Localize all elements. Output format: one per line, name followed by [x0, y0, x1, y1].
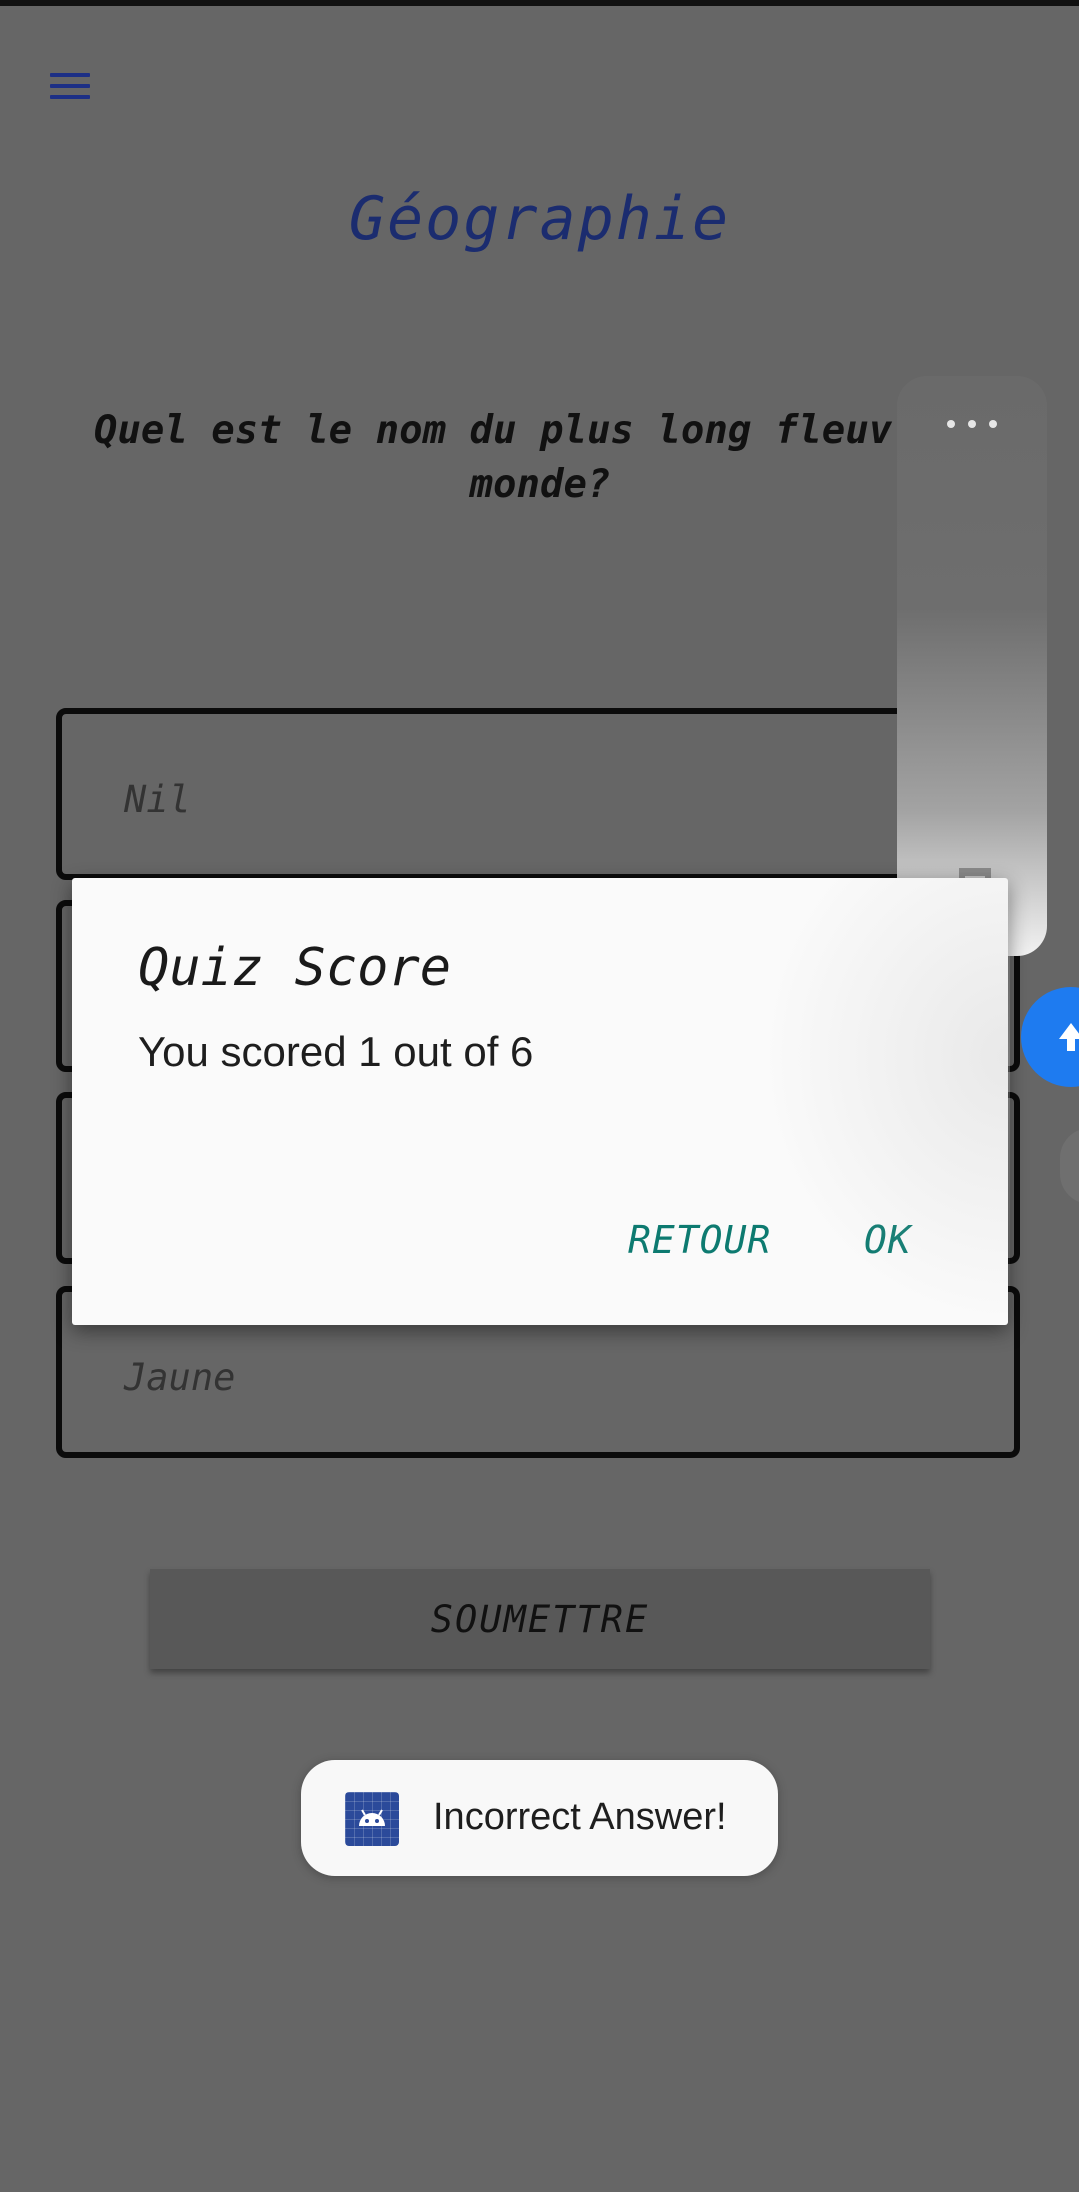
answer-option-1[interactable]: Nil — [56, 708, 1020, 880]
more-dots-icon[interactable] — [947, 420, 997, 430]
back-button[interactable]: RETOUR — [628, 1218, 771, 1262]
floating-media-panel[interactable] — [897, 376, 1047, 956]
toast-text: Incorrect Answer! — [433, 1796, 727, 1838]
android-app-icon — [345, 1792, 399, 1846]
answer-option-label: Jaune — [124, 1356, 236, 1399]
arrow-icon — [1059, 1023, 1079, 1051]
ok-button[interactable]: OK — [864, 1218, 912, 1262]
hamburger-menu-icon[interactable] — [50, 58, 106, 114]
quiz-score-dialog: Quiz Score You scored 1 out of 6 RETOUR … — [72, 878, 1008, 1325]
page-title: Géographie — [348, 184, 731, 254]
answer-option-label: Nil — [124, 778, 191, 821]
question-text: Quel est le nom du plus long fleuv monde… — [93, 408, 987, 507]
submit-button[interactable]: SOUMETTRE — [150, 1569, 930, 1669]
dialog-message: You scored 1 out of 6 — [138, 1028, 534, 1075]
toast-message: Incorrect Answer! — [301, 1760, 778, 1876]
dialog-title: Quiz Score — [138, 938, 452, 998]
